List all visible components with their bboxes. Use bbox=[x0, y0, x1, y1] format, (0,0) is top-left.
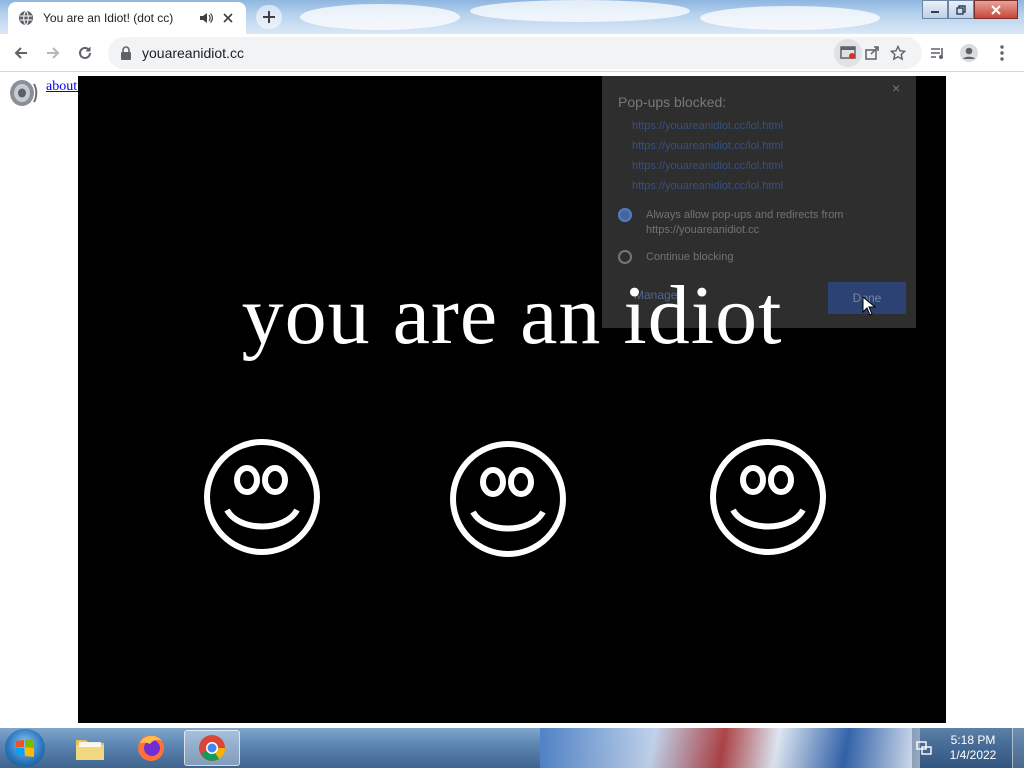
firefox-icon bbox=[138, 735, 164, 761]
reload-button[interactable] bbox=[71, 39, 99, 67]
back-button[interactable] bbox=[7, 39, 35, 67]
allow-popups-option[interactable]: Always allow pop-ups and redirects from … bbox=[618, 208, 904, 238]
window-controls bbox=[922, 0, 1018, 19]
allow-popups-label: Always allow pop-ups and redirects from … bbox=[646, 209, 844, 236]
tab-strip: You are an Idiot! (dot cc) bbox=[0, 0, 1024, 34]
taskbar-chrome[interactable] bbox=[184, 730, 240, 766]
blocked-popup-link[interactable]: https://youareanidiot.cc/lol.html bbox=[632, 180, 783, 200]
taskbar-firefox[interactable] bbox=[123, 730, 179, 766]
profile-avatar-icon[interactable] bbox=[955, 39, 983, 67]
url-text: youareanidiot.cc bbox=[142, 45, 244, 61]
tab-title: You are an Idiot! (dot cc) bbox=[43, 11, 174, 25]
clock-time: 5:18 PM bbox=[950, 733, 996, 747]
wallpaper-strip bbox=[540, 728, 920, 768]
close-tab-icon[interactable] bbox=[220, 10, 236, 26]
windows-logo-icon bbox=[16, 739, 34, 757]
blocked-popup-link[interactable]: https://youareanidiot.cc/lol.html bbox=[632, 140, 783, 160]
network-icon[interactable] bbox=[916, 740, 932, 756]
radio-unselected-icon[interactable] bbox=[618, 250, 632, 264]
blocked-popup-link[interactable]: https://youareanidiot.cc/lol.html bbox=[632, 120, 783, 140]
menu-kebab-icon[interactable] bbox=[988, 39, 1016, 67]
close-window-button[interactable] bbox=[974, 0, 1018, 19]
restore-button[interactable] bbox=[948, 0, 974, 19]
web-page: about this Pop-ups blocked: × https://yo… bbox=[0, 73, 1024, 728]
browser-tab[interactable]: You are an Idiot! (dot cc) bbox=[8, 2, 246, 34]
continue-blocking-option[interactable]: Continue blocking bbox=[618, 250, 904, 265]
speaker-image-icon bbox=[8, 78, 40, 108]
bubble-title: Pop-ups blocked: bbox=[618, 94, 727, 110]
headline-text: you are an idiot bbox=[241, 269, 783, 362]
blocked-popup-list: https://youareanidiot.cc/lol.html https:… bbox=[632, 120, 783, 200]
bubble-close-icon[interactable]: × bbox=[892, 80, 908, 96]
minimize-button[interactable] bbox=[922, 0, 948, 19]
taskbar-explorer[interactable] bbox=[62, 730, 118, 766]
blocked-popup-link[interactable]: https://youareanidiot.cc/lol.html bbox=[632, 160, 783, 180]
reload-icon bbox=[79, 46, 91, 59]
show-desktop-button[interactable] bbox=[1012, 728, 1024, 768]
speaker-icon[interactable] bbox=[198, 10, 214, 26]
folder-icon bbox=[76, 740, 104, 760]
taskbar-clock[interactable]: 5:18 PM 1/4/2022 bbox=[940, 733, 1006, 763]
video-stage: Pop-ups blocked: × https://youareanidiot… bbox=[78, 76, 946, 723]
chrome-icon bbox=[199, 735, 226, 761]
arrow-left-icon bbox=[14, 47, 27, 59]
radio-selected-icon[interactable] bbox=[618, 208, 632, 222]
address-bar[interactable]: youareanidiot.cc bbox=[108, 37, 922, 69]
share-icon[interactable] bbox=[858, 39, 886, 67]
continue-blocking-label: Continue blocking bbox=[646, 251, 734, 263]
globe-icon bbox=[18, 10, 34, 26]
clock-date: 1/4/2022 bbox=[949, 748, 997, 762]
smiley-face-icon bbox=[710, 439, 826, 555]
smiley-face-icon bbox=[204, 439, 320, 555]
mouse-pointer-icon bbox=[862, 296, 876, 316]
new-tab-button[interactable] bbox=[256, 5, 282, 29]
smiley-face-icon bbox=[450, 441, 566, 557]
windows-taskbar: 5:18 PM 1/4/2022 bbox=[0, 728, 1024, 768]
forward-button[interactable] bbox=[39, 39, 67, 67]
arrow-right-icon bbox=[47, 47, 60, 59]
browser-toolbar: youareanidiot.cc bbox=[0, 34, 1024, 72]
reading-list-icon[interactable] bbox=[923, 39, 951, 67]
bookmark-star-icon[interactable] bbox=[884, 39, 912, 67]
start-button[interactable] bbox=[5, 729, 45, 767]
lock-icon[interactable] bbox=[120, 46, 134, 60]
plus-icon bbox=[263, 11, 275, 23]
popup-blocked-icon[interactable] bbox=[834, 39, 862, 67]
